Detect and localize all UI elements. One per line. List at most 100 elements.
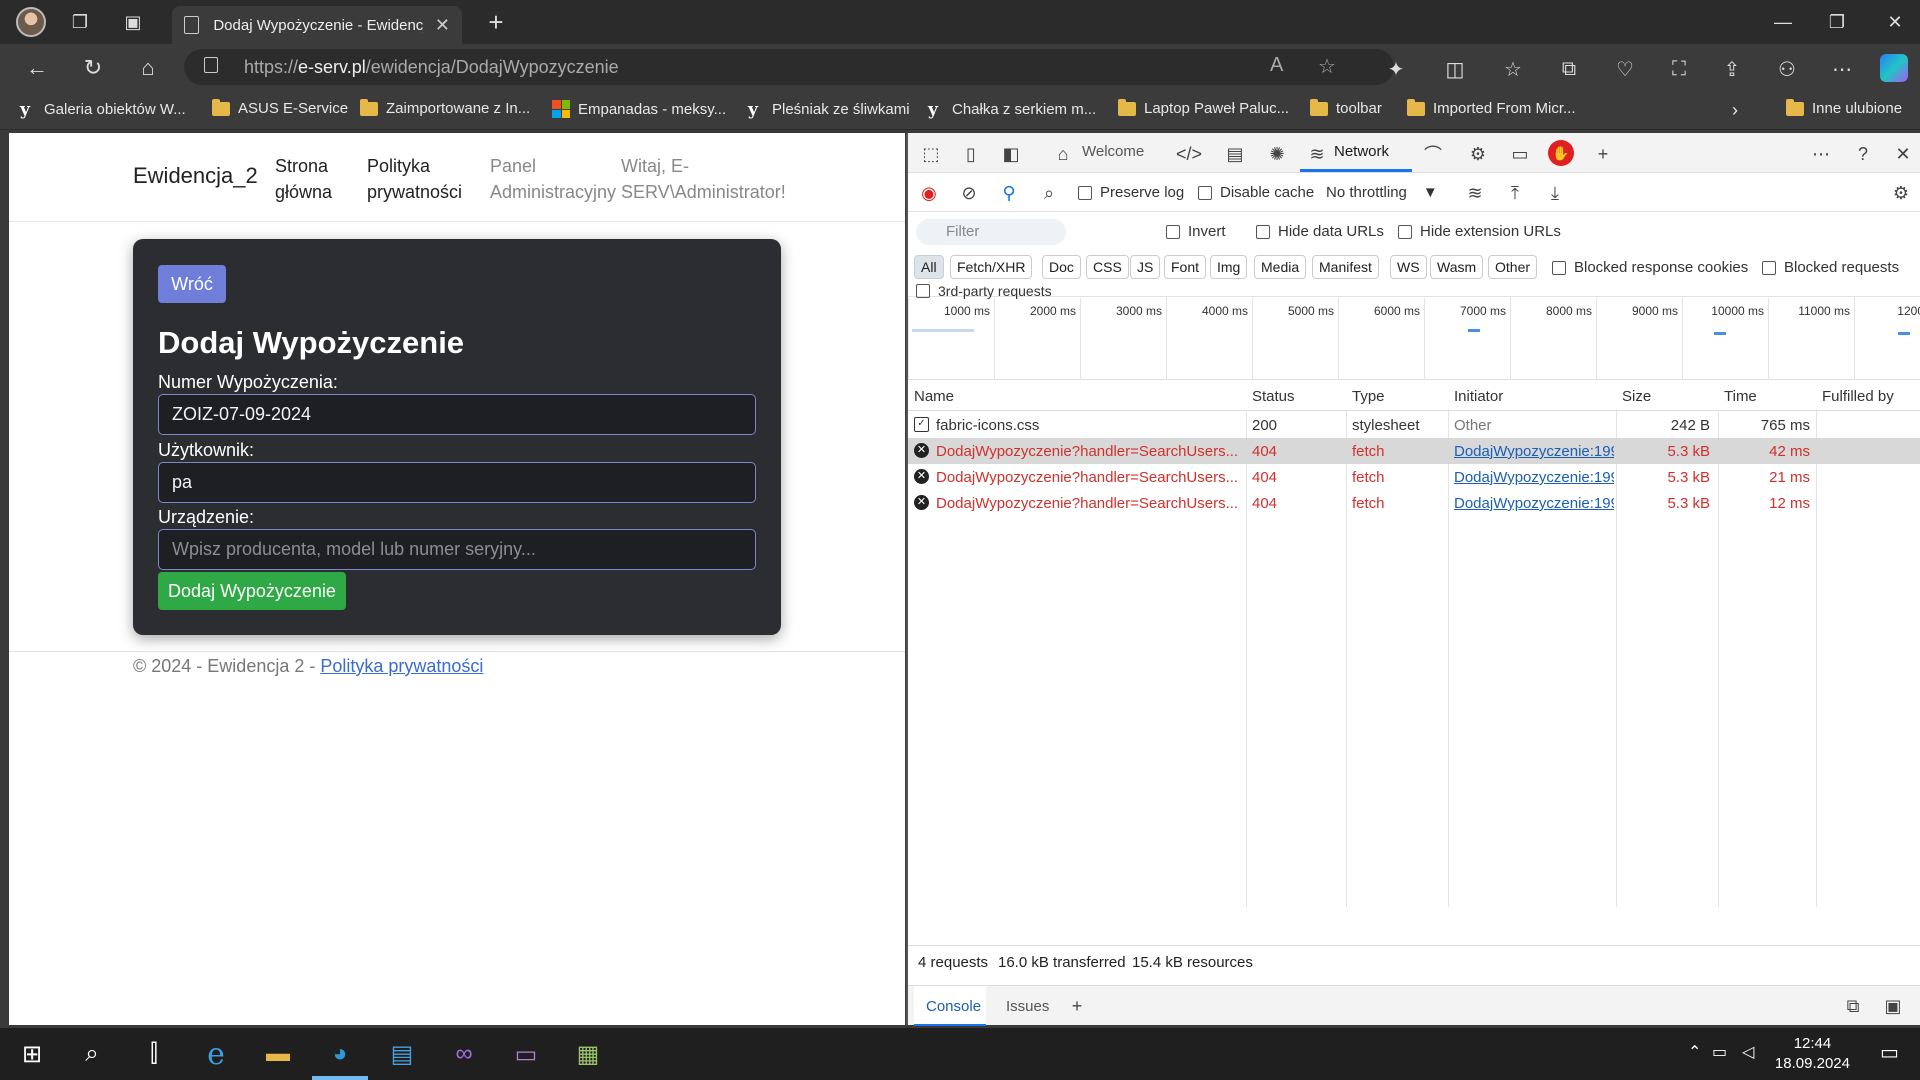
table-row[interactable]: ✕ DodajWypozyczenie?handler=SearchUsers.… — [908, 464, 1920, 490]
network-conditions-icon[interactable]: ≋ — [1462, 180, 1488, 206]
column-initiator[interactable]: Initiator — [1454, 388, 1503, 405]
new-tab-button[interactable]: + — [480, 6, 512, 38]
table-row[interactable]: ✓ fabric-icons.css 200 stylesheet Other … — [908, 412, 1920, 438]
column-type[interactable]: Type — [1352, 388, 1385, 405]
type-filter-wasm[interactable]: Wasm — [1430, 255, 1484, 279]
preserve-log-checkbox[interactable]: Preserve log — [1078, 184, 1184, 201]
workspaces-icon[interactable]: ❐ — [66, 8, 94, 36]
blocked-cookies-checkbox[interactable]: Blocked response cookies — [1552, 259, 1748, 276]
refresh-icon[interactable]: ↻ — [78, 53, 108, 83]
back-arrow-icon[interactable]: ← — [22, 53, 52, 83]
filter-input[interactable]: Filter — [916, 219, 1066, 245]
type-filter-manifest[interactable]: Manifest — [1312, 255, 1379, 279]
inspect-element-icon[interactable]: ⬚ — [918, 141, 944, 167]
type-filter-fetch-xhr[interactable]: Fetch/XHR — [950, 255, 1033, 279]
back-button[interactable]: Wróć — [158, 265, 226, 303]
read-aloud-icon[interactable]: A — [1270, 54, 1283, 77]
type-filter-doc[interactable]: Doc — [1042, 255, 1081, 279]
memory-gear-icon[interactable]: ⚙ — [1465, 141, 1491, 167]
url-text[interactable]: https://e-serv.pl/ewidencja/DodajWypozyc… — [244, 57, 619, 78]
nav-link-privacy[interactable]: Polityka prywatności — [367, 153, 462, 205]
favorite-item[interactable]: y Galeria obiektów W... — [20, 100, 186, 120]
tab-network[interactable]: Network — [1334, 143, 1389, 160]
url-bar[interactable]: https://e-serv.pl/ewidencja/DodajWypozyc… — [184, 49, 1394, 85]
table-row[interactable]: ✕ DodajWypozyczenie?handler=SearchUsers.… — [908, 490, 1920, 516]
split-screen-icon[interactable]: ◫ — [1443, 57, 1467, 81]
favorite-item[interactable]: Imported From Micr... — [1407, 98, 1576, 117]
type-filter-ws[interactable]: WS — [1390, 255, 1427, 279]
network-timeline[interactable]: 1000 ms 2000 ms 3000 ms 4000 ms 5000 ms … — [908, 298, 1920, 380]
sources-bug-icon[interactable]: ✺ — [1264, 141, 1290, 167]
undock-drawer-icon[interactable]: ⧉ — [1840, 993, 1866, 1019]
device-emulation-icon[interactable]: ▯ — [958, 141, 984, 167]
favorite-item[interactable]: y Chałka z serkiem m... — [928, 100, 1096, 120]
favorite-item[interactable]: Zaimportowane z In... — [360, 98, 530, 117]
type-filter-js[interactable]: JS — [1130, 255, 1161, 279]
notifications-icon[interactable]: ▭ — [1880, 1040, 1899, 1065]
favorites-icon[interactable]: ☆ — [1501, 57, 1525, 81]
tab-welcome[interactable]: Welcome — [1082, 143, 1144, 160]
type-filter-media[interactable]: Media — [1254, 255, 1307, 279]
close-devtools-icon[interactable]: ✕ — [1890, 141, 1916, 167]
favorite-item[interactable]: Laptop Paweł Paluc... — [1118, 98, 1289, 117]
nav-link-admin-panel[interactable]: Panel Administracyjny — [490, 153, 616, 205]
disable-cache-checkbox[interactable]: Disable cache — [1198, 184, 1314, 201]
search-icon[interactable]: ⌕ — [74, 1036, 110, 1072]
visual-studio-icon[interactable]: ∞ — [446, 1036, 482, 1072]
drawer-tab-issues[interactable]: Issues — [1006, 998, 1049, 1015]
search-icon[interactable]: ⌕ — [1036, 180, 1062, 206]
table-row[interactable]: ✕ DodajWypozyczenie?handler=SearchUsers.… — [908, 438, 1920, 464]
favorite-item[interactable]: toolbar — [1310, 98, 1382, 117]
favorites-overflow-chevron-icon[interactable]: › — [1732, 100, 1738, 121]
browser-essentials-icon[interactable]: ♡ — [1613, 57, 1637, 81]
close-window-button[interactable]: ✕ — [1872, 8, 1918, 36]
file-explorer-icon[interactable]: ▬ — [260, 1036, 296, 1072]
stop-hand-icon[interactable]: ✋ — [1548, 140, 1574, 166]
nav-link-home[interactable]: Strona główna — [275, 153, 332, 205]
workspace-icon[interactable]: ⚇ — [1775, 57, 1799, 81]
column-size[interactable]: Size — [1622, 388, 1651, 405]
tray-chevron-up-icon[interactable]: ⌃ — [1688, 1042, 1701, 1062]
system-clock[interactable]: 12:44 18.09.2024 — [1775, 1034, 1850, 1074]
type-filter-font[interactable]: Font — [1164, 255, 1207, 279]
active-tab[interactable]: Dodaj Wypożyczenie - Ewidencja_2 ✕ — [172, 6, 462, 44]
type-filter-img[interactable]: Img — [1210, 255, 1248, 279]
application-icon[interactable]: ▭ — [1507, 141, 1533, 167]
initiator-link[interactable]: DodajWypozyczenie:199 — [1454, 469, 1614, 486]
add-loan-button[interactable]: Dodaj Wypożyczenie — [158, 572, 346, 610]
collections-icon[interactable]: ⧉ — [1557, 57, 1581, 81]
minimize-button[interactable]: — — [1760, 8, 1806, 36]
type-filter-all[interactable]: All — [914, 255, 944, 279]
initiator-link[interactable]: DodajWypozyczenie:199 — [1454, 495, 1614, 512]
home-icon[interactable]: ⌂ — [133, 53, 163, 83]
dock-sidebar-icon[interactable]: ◧ — [998, 141, 1024, 167]
copilot-icon[interactable] — [1880, 54, 1908, 82]
column-fulfilled-by[interactable]: Fulfilled by — [1822, 388, 1894, 405]
internet-explorer-icon[interactable]: e — [198, 1036, 234, 1072]
network-wifi-icon[interactable]: ≋ — [1304, 141, 1330, 167]
device-input[interactable]: Wpisz producenta, model lub numer seryjn… — [158, 529, 756, 570]
devtools-more-icon[interactable]: ⋯ — [1808, 141, 1834, 167]
welcome-house-icon[interactable]: ⌂ — [1050, 141, 1076, 167]
add-tool-plus-icon[interactable]: + — [1590, 141, 1616, 167]
favorite-item[interactable]: ASUS E-Service — [212, 98, 348, 117]
export-har-icon[interactable]: ⤓ — [1542, 180, 1568, 206]
help-icon[interactable]: ? — [1850, 141, 1876, 167]
user-input[interactable]: pa — [158, 462, 756, 503]
performance-icon[interactable]: ⌒ — [1420, 141, 1446, 167]
more-menu-icon[interactable]: ⋯ — [1830, 57, 1854, 81]
column-time[interactable]: Time — [1724, 388, 1757, 405]
blocked-requests-checkbox[interactable]: Blocked requests — [1762, 259, 1899, 276]
favorite-item[interactable]: y Pleśniak ze śliwkami — [748, 100, 910, 120]
edge-browser-icon[interactable]: ◕ — [322, 1036, 358, 1072]
loan-number-input[interactable]: ZOIZ-07-09-2024 — [158, 394, 756, 435]
throttling-select[interactable]: No throttling ▼ — [1326, 184, 1438, 201]
column-name[interactable]: Name — [914, 388, 954, 405]
initiator-link[interactable]: DodajWypozyczenie:199 — [1454, 443, 1614, 460]
server-manager-icon[interactable]: ▤ — [384, 1036, 420, 1072]
tab-actions-icon[interactable]: ▣ — [119, 8, 147, 36]
footer-privacy-link[interactable]: Polityka prywatności — [320, 656, 483, 676]
clear-icon[interactable]: ⊘ — [956, 180, 982, 206]
import-har-icon[interactable]: ⤒ — [1502, 180, 1528, 206]
third-party-checkbox[interactable]: 3rd-party requests — [916, 283, 1052, 299]
